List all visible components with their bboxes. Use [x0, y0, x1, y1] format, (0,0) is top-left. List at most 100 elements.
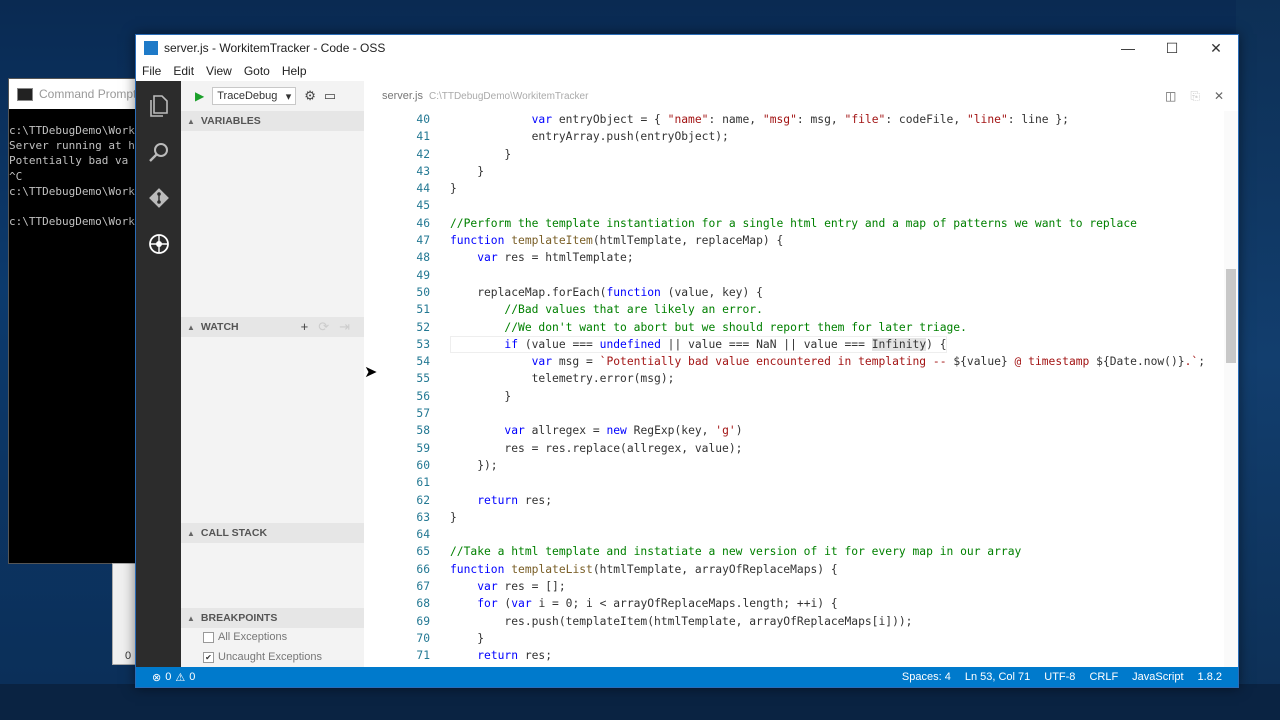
- code-line[interactable]: 50 replaceMap.forEach(function (value, k…: [364, 284, 1224, 301]
- line-number[interactable]: 52: [364, 319, 450, 336]
- code-line[interactable]: 66 function templateList(htmlTemplate, ar…: [364, 561, 1224, 578]
- line-number[interactable]: 67: [364, 578, 450, 595]
- code-line[interactable]: 60 });: [364, 457, 1224, 474]
- code-line[interactable]: 64: [364, 526, 1224, 543]
- collapse-all-icon[interactable]: ⇥: [339, 319, 350, 335]
- line-number[interactable]: 49: [364, 267, 450, 284]
- code-line[interactable]: 51 //Bad values that are likely an error…: [364, 301, 1224, 318]
- code-line[interactable]: 41 entryArray.push(entryObject);: [364, 128, 1224, 145]
- code-text[interactable]: var res = [];: [450, 578, 565, 595]
- code-line[interactable]: 67 var res = [];: [364, 578, 1224, 595]
- variables-section-header[interactable]: ▲ VARIABLES: [181, 111, 364, 131]
- debug-console-icon[interactable]: ▭: [324, 88, 336, 104]
- code-text[interactable]: //Perform the template instantiation for…: [450, 215, 1137, 232]
- code-text[interactable]: });: [450, 457, 497, 474]
- call-stack-section-header[interactable]: ▲ CALL STACK: [181, 523, 364, 543]
- line-number[interactable]: 50: [364, 284, 450, 301]
- code-text[interactable]: var allregex = new RegExp(key, 'g'): [450, 422, 742, 439]
- line-number[interactable]: 43: [364, 163, 450, 180]
- line-number[interactable]: 64: [364, 526, 450, 543]
- menu-goto[interactable]: Goto: [238, 64, 276, 78]
- code-line[interactable]: 70 }: [364, 630, 1224, 647]
- line-number[interactable]: 57: [364, 405, 450, 422]
- search-icon[interactable]: [146, 139, 172, 165]
- code-line[interactable]: 62 return res;: [364, 492, 1224, 509]
- code-line[interactable]: 42 }: [364, 146, 1224, 163]
- line-number[interactable]: 65: [364, 543, 450, 560]
- split-editor-icon[interactable]: ◫: [1165, 89, 1176, 104]
- line-number[interactable]: 71: [364, 647, 450, 664]
- code-text[interactable]: //Bad values that are likely an error.: [450, 301, 762, 318]
- close-button[interactable]: ✕: [1194, 40, 1238, 57]
- code-text[interactable]: }: [450, 146, 511, 163]
- code-line[interactable]: 43 }: [364, 163, 1224, 180]
- code-line[interactable]: 58 var allregex = new RegExp(key, 'g'): [364, 422, 1224, 439]
- close-editor-icon[interactable]: ✕: [1214, 89, 1224, 104]
- code-text[interactable]: }: [450, 630, 484, 647]
- code-text[interactable]: //Take a html template and instatiate a …: [450, 543, 1021, 560]
- code-text[interactable]: function templateList(htmlTemplate, arra…: [450, 561, 838, 578]
- line-number[interactable]: 61: [364, 474, 450, 491]
- watch-section-header[interactable]: ▲ WATCH + ⟳ ⇥: [181, 317, 364, 337]
- line-number[interactable]: 42: [364, 146, 450, 163]
- menu-view[interactable]: View: [200, 64, 238, 78]
- code-text[interactable]: var msg = `Potentially bad value encount…: [450, 353, 1205, 370]
- code-text[interactable]: if (value === undefined || value === NaN…: [450, 336, 947, 353]
- code-text[interactable]: }: [450, 509, 457, 526]
- code-line[interactable]: 63}: [364, 509, 1224, 526]
- code-line[interactable]: 65//Take a html template and instatiate …: [364, 543, 1224, 560]
- line-number[interactable]: 51: [364, 301, 450, 318]
- line-number[interactable]: 59: [364, 440, 450, 457]
- line-number[interactable]: 56: [364, 388, 450, 405]
- error-count[interactable]: 0: [165, 671, 171, 684]
- code-line[interactable]: 44}: [364, 180, 1224, 197]
- line-number[interactable]: 48: [364, 249, 450, 266]
- line-number[interactable]: 58: [364, 422, 450, 439]
- code-text[interactable]: replaceMap.forEach(function (value, key)…: [450, 284, 763, 301]
- add-expression-icon[interactable]: +: [301, 319, 309, 335]
- code-line[interactable]: 69 res.push(templateItem(htmlTemplate, a…: [364, 613, 1224, 630]
- line-number[interactable]: 41: [364, 128, 450, 145]
- code-line[interactable]: 47 function templateItem(htmlTemplate, re…: [364, 232, 1224, 249]
- breakpoint-uncaught-exceptions[interactable]: ✔ Uncaught Exceptions: [203, 651, 322, 663]
- encoding-status[interactable]: UTF-8: [1044, 671, 1075, 683]
- code-editor[interactable]: 40 var entryObject = { "name": name, "ms…: [364, 111, 1224, 667]
- error-icon[interactable]: ⊗: [152, 671, 161, 684]
- line-number[interactable]: 68: [364, 595, 450, 612]
- refresh-icon[interactable]: ⟳: [318, 319, 329, 335]
- scrollbar-thumb[interactable]: [1226, 269, 1236, 363]
- debug-configuration-select[interactable]: TraceDebug ▾: [212, 87, 297, 105]
- code-line[interactable]: 61: [364, 474, 1224, 491]
- code-line[interactable]: 40 var entryObject = { "name": name, "ms…: [364, 111, 1224, 128]
- code-line[interactable]: 55 telemetry.error(msg);: [364, 370, 1224, 387]
- warning-icon[interactable]: ⚠: [175, 671, 185, 684]
- code-line[interactable]: 56 }: [364, 388, 1224, 405]
- menu-help[interactable]: Help: [276, 64, 313, 78]
- code-text[interactable]: var res = htmlTemplate;: [450, 249, 633, 266]
- code-text[interactable]: }: [450, 163, 484, 180]
- checkbox-checked[interactable]: ✔: [203, 651, 214, 663]
- gear-icon[interactable]: ⚙: [304, 88, 316, 104]
- code-line[interactable]: 68 for (var i = 0; i < arrayOfReplaceMap…: [364, 595, 1224, 612]
- code-text[interactable]: //We don't want to abort but we should r…: [450, 319, 967, 336]
- explorer-icon[interactable]: [146, 93, 172, 119]
- breakpoint-all-exceptions[interactable]: All Exceptions: [203, 631, 287, 643]
- command-prompt-titlebar[interactable]: Command Prompt: [9, 79, 137, 109]
- open-changes-icon[interactable]: ⎘: [1190, 89, 1200, 104]
- editor-scrollbar[interactable]: [1224, 111, 1238, 667]
- code-line[interactable]: 53 if (value === undefined || value === …: [364, 336, 1224, 353]
- menu-file[interactable]: File: [136, 64, 167, 78]
- line-number[interactable]: 69: [364, 613, 450, 630]
- code-text[interactable]: res = res.replace(allregex, value);: [450, 440, 742, 457]
- editor-file-name[interactable]: server.js: [382, 90, 423, 102]
- code-line[interactable]: 54 var msg = `Potentially bad value enco…: [364, 353, 1224, 370]
- line-number[interactable]: 46: [364, 215, 450, 232]
- line-number[interactable]: 60: [364, 457, 450, 474]
- language-mode[interactable]: JavaScript: [1132, 671, 1183, 683]
- code-line[interactable]: 59 res = res.replace(allregex, value);: [364, 440, 1224, 457]
- debug-icon[interactable]: [146, 231, 172, 257]
- line-number[interactable]: 47: [364, 232, 450, 249]
- code-text[interactable]: }: [450, 388, 511, 405]
- warning-count[interactable]: 0: [189, 671, 195, 684]
- line-number[interactable]: 45: [364, 197, 450, 214]
